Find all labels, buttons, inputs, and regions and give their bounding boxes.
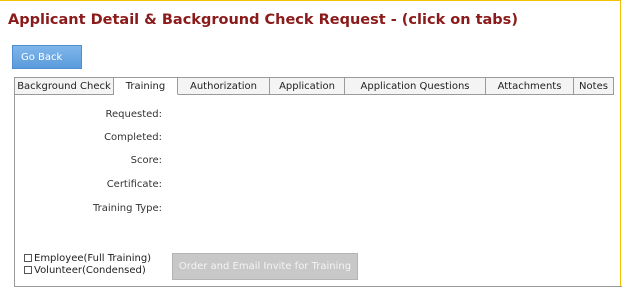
- go-back-button[interactable]: Go Back: [12, 45, 82, 69]
- tab-attachments[interactable]: Attachments: [486, 77, 574, 95]
- score-label: Score:: [130, 155, 162, 166]
- requested-label: Requested:: [105, 109, 163, 120]
- completed-label: Completed:: [104, 132, 162, 143]
- tab-application-questions[interactable]: Application Questions: [345, 77, 486, 95]
- tab-training[interactable]: Training: [114, 77, 178, 95]
- tab-bar: Background Check Training Authorization …: [14, 77, 614, 95]
- training-type-label: Training Type:: [93, 203, 162, 214]
- page-title: Applicant Detail & Background Check Requ…: [8, 12, 518, 28]
- employee-option-label: Employee(Full Training): [34, 252, 152, 264]
- training-type-options: Employee(Full Training) Volunteer(Conden…: [24, 252, 151, 276]
- order-email-invite-button[interactable]: Order and Email Invite for Training: [172, 253, 358, 280]
- tab-authorization[interactable]: Authorization: [178, 77, 270, 95]
- certificate-label: Certificate:: [106, 179, 162, 190]
- volunteer-checkbox[interactable]: [24, 266, 32, 274]
- employee-checkbox[interactable]: [24, 254, 32, 262]
- volunteer-option-label: Volunteer(Condensed): [34, 264, 146, 276]
- tab-background-check[interactable]: Background Check: [14, 77, 114, 95]
- tab-application[interactable]: Application: [270, 77, 345, 95]
- volunteer-option[interactable]: Volunteer(Condensed): [24, 264, 151, 276]
- employee-option[interactable]: Employee(Full Training): [24, 252, 151, 264]
- tab-notes[interactable]: Notes: [574, 77, 614, 95]
